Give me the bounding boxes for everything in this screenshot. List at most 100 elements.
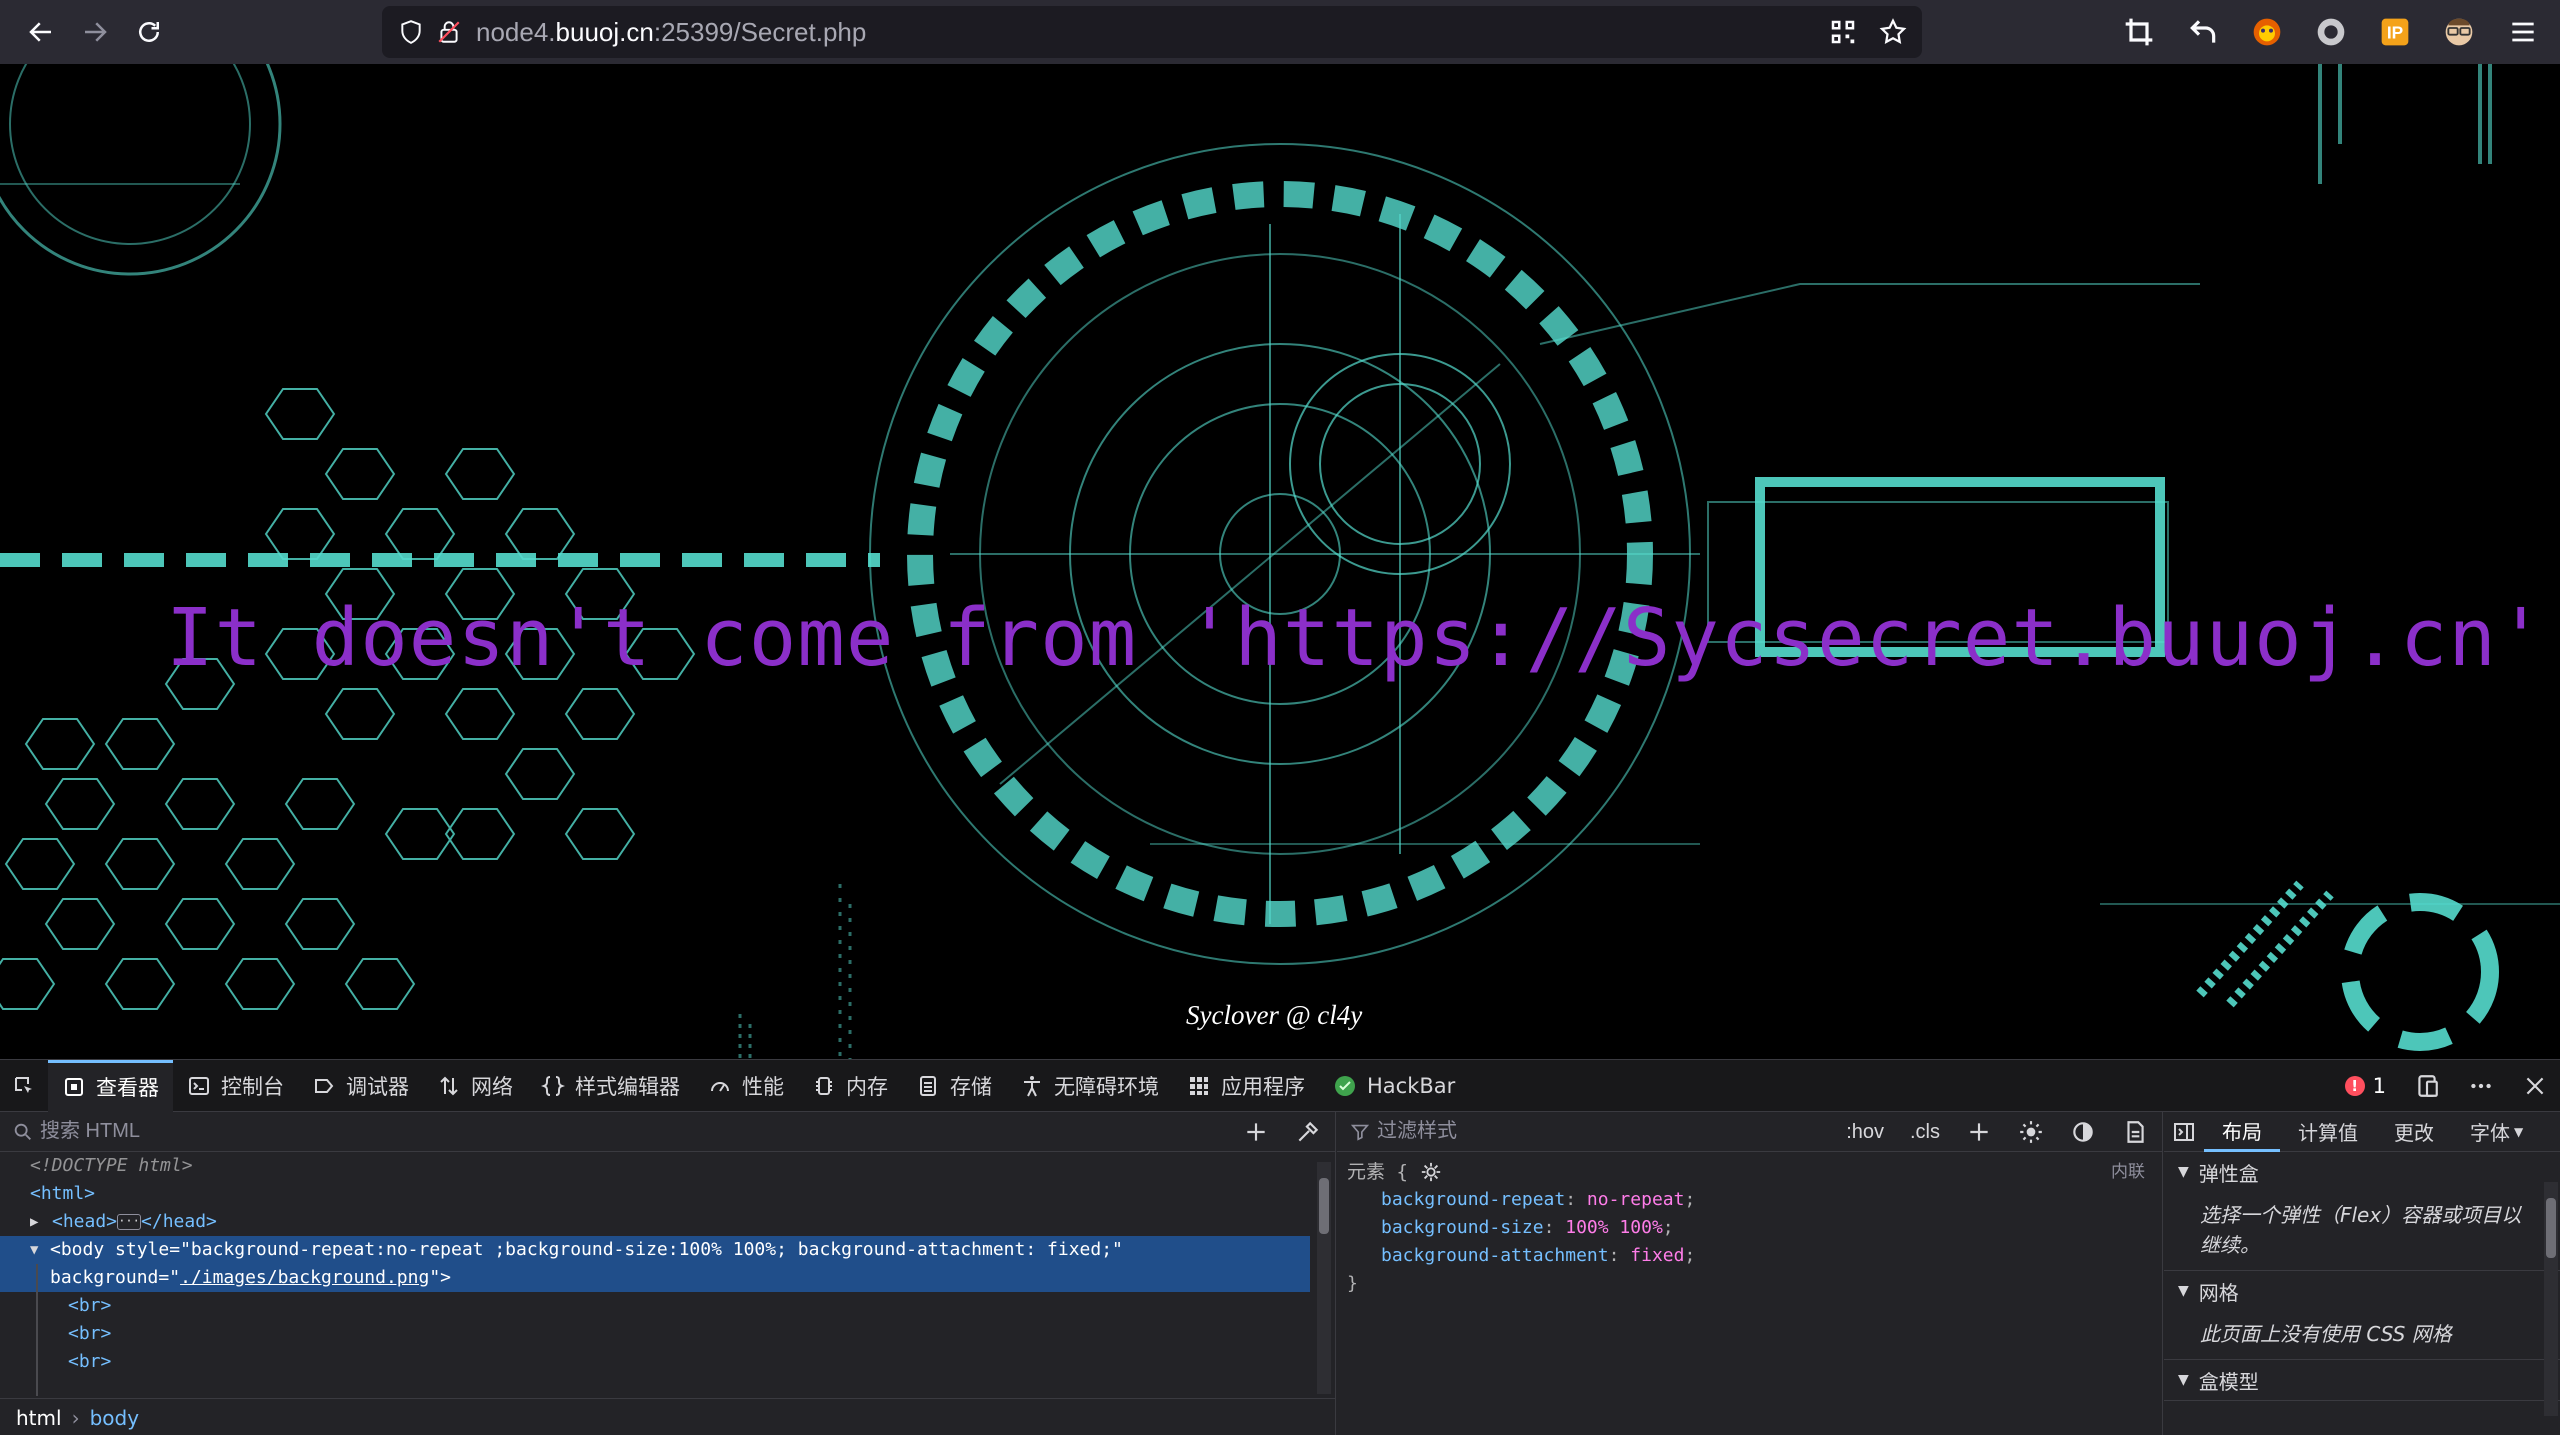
add-node-icon[interactable] <box>1243 1119 1269 1145</box>
qr-code-icon[interactable] <box>1828 17 1858 47</box>
forward-button[interactable] <box>72 9 118 55</box>
tab-debugger[interactable]: 调试器 <box>298 1060 423 1112</box>
br-node[interactable]: <br> <box>0 1292 1310 1320</box>
hexagon-shape <box>24 718 96 770</box>
hexagon-shape <box>104 718 176 770</box>
hexagon-shape <box>0 958 56 1010</box>
performance-icon <box>711 1081 729 1092</box>
hud-background-image <box>0 64 2560 1059</box>
reload-button[interactable] <box>126 9 172 55</box>
body-node-selected[interactable]: ▼ <body style="background-repeat:no-repea… <box>0 1236 1310 1292</box>
declaration[interactable]: background-size: 100% 100%; <box>1347 1214 2153 1242</box>
hexagon-shape <box>324 688 396 740</box>
crop-button[interactable] <box>2122 15 2156 49</box>
site-info-button[interactable] <box>434 17 464 47</box>
element-picker-button[interactable] <box>0 1060 48 1112</box>
rules-filter-bar: :hov .cls <box>1337 1112 2162 1152</box>
rules-pane: :hov .cls 元素 { 内联 background-repeat: no-… <box>1337 1112 2163 1435</box>
fox-extension-button[interactable] <box>2250 15 2284 49</box>
hov-toggle[interactable]: :hov <box>1846 1121 1884 1144</box>
rules-list: 元素 { 内联 background-repeat: no-repeat; ba… <box>1337 1152 2163 1304</box>
undo-button[interactable] <box>2186 15 2220 49</box>
hexagon-shape <box>264 508 336 560</box>
close-icon[interactable] <box>2522 1073 2548 1099</box>
eyedropper-icon[interactable] <box>1295 1119 1321 1145</box>
tab-changes[interactable]: 更改 <box>2376 1112 2452 1152</box>
tab-memory[interactable]: 内存 <box>798 1060 902 1112</box>
tab-label: 内存 <box>846 1074 888 1099</box>
light-scheme-icon[interactable] <box>2018 1119 2044 1145</box>
breadcrumb: html › body <box>0 1398 1336 1435</box>
responsive-design-icon[interactable] <box>2414 1073 2440 1099</box>
sidebar-scrollbar[interactable] <box>2544 1182 2558 1416</box>
hexagon-shape <box>384 808 456 860</box>
layout-sidebar: 布局 计算值 更改 字体 ▼ ▼ 弹性盒 选择一个弹性（Flex）容器或项目以继续。… <box>2164 1112 2560 1435</box>
insecure-lock-icon <box>438 21 460 43</box>
background-image-link[interactable]: ./images/background.png <box>180 1267 429 1288</box>
devtools-tabbar: 查看器 控制台 调试器 网络 样式编辑器 性能 内存 存储 无障碍环境 应用程序 HackBar !… <box>0 1059 2560 1112</box>
toggle-sidebar-button[interactable] <box>2164 1112 2204 1152</box>
declaration[interactable]: background-attachment: fixed; <box>1347 1242 2153 1270</box>
devtools-actions: ! 1 <box>2344 1060 2548 1112</box>
br-node[interactable]: <br> <box>0 1348 1310 1376</box>
hexagon-shape <box>384 508 456 560</box>
url-text[interactable]: node4.buuoj.cn:25399/Secret.php <box>476 17 866 48</box>
tab-style-editor[interactable]: 样式编辑器 <box>527 1060 694 1112</box>
circle-extension-button[interactable] <box>2314 15 2348 49</box>
breadcrumb-body[interactable]: body <box>90 1406 139 1430</box>
dark-scheme-icon[interactable] <box>2070 1119 2096 1145</box>
collapse-triangle-icon: ▼ <box>2178 1372 2189 1388</box>
tab-fonts[interactable]: 字体 ▼ <box>2452 1112 2527 1152</box>
html-node[interactable]: <html> <box>0 1180 1310 1208</box>
tab-application[interactable]: 应用程序 <box>1173 1060 1319 1112</box>
html-search-input[interactable] <box>40 1120 640 1143</box>
rule-source: 内联 <box>2111 1162 2145 1182</box>
rules-filter-input[interactable] <box>1377 1120 1777 1143</box>
avatar-extension-button[interactable] <box>2442 15 2476 49</box>
add-rule-icon[interactable] <box>1966 1119 1992 1145</box>
markup-scrollbar[interactable] <box>1317 1162 1331 1394</box>
tab-network[interactable]: 网络 <box>423 1060 527 1112</box>
back-button[interactable] <box>18 9 64 55</box>
more-options-icon[interactable] <box>2468 1073 2494 1099</box>
flexbox-section-header[interactable]: ▼ 弹性盒 <box>2164 1152 2560 1192</box>
tracking-protection-button[interactable] <box>396 17 426 47</box>
print-media-icon[interactable] <box>2122 1119 2148 1145</box>
gear-icon[interactable] <box>1420 1161 1442 1183</box>
url-bar[interactable]: node4.buuoj.cn:25399/Secret.php <box>382 6 1922 58</box>
hexagon-shape <box>344 958 416 1010</box>
cls-toggle[interactable]: .cls <box>1910 1121 1940 1144</box>
tab-hackbar[interactable]: HackBar <box>1319 1060 1469 1112</box>
tab-storage[interactable]: 存储 <box>902 1060 1006 1112</box>
hamburger-menu-icon <box>2512 22 2534 42</box>
avatar-extension-icon <box>2445 18 2473 46</box>
head-node[interactable]: ▶ <head>···</head> <box>0 1208 1310 1236</box>
hexagon-shape <box>224 838 296 890</box>
browser-toolbar: node4.buuoj.cn:25399/Secret.php IP <box>0 0 2560 64</box>
tab-layout[interactable]: 布局 <box>2204 1112 2280 1152</box>
tab-accessibility[interactable]: 无障碍环境 <box>1006 1060 1173 1112</box>
breadcrumb-html[interactable]: html <box>16 1406 62 1430</box>
tab-computed[interactable]: 计算值 <box>2280 1112 2376 1152</box>
hexagon-shape <box>564 808 636 860</box>
grid-hint: 此页面上没有使用 CSS 网格 <box>2200 1322 2452 1346</box>
tab-console[interactable]: 控制台 <box>173 1060 298 1112</box>
collapse-triangle-icon[interactable]: ▼ <box>30 1236 44 1264</box>
tab-inspector[interactable]: 查看器 <box>48 1059 173 1112</box>
grid-section-header[interactable]: ▼ 网格 <box>2164 1271 2560 1311</box>
declaration[interactable]: background-repeat: no-repeat; <box>1347 1186 2153 1214</box>
collapsed-content-icon[interactable]: ··· <box>117 1214 142 1230</box>
back-icon <box>29 22 51 42</box>
error-count-badge[interactable]: ! 1 <box>2344 1074 2386 1098</box>
br-node[interactable]: <br> <box>0 1320 1310 1348</box>
devtools-panel: 查看器 控制台 调试器 网络 样式编辑器 性能 内存 存储 无障碍环境 应用程序 HackBar !… <box>0 1059 2560 1435</box>
tab-performance[interactable]: 性能 <box>694 1060 798 1112</box>
app-menu-button[interactable] <box>2506 15 2540 49</box>
expand-triangle-icon[interactable]: ▶ <box>30 1208 44 1236</box>
sidebar-toggle-icon <box>2174 1122 2194 1141</box>
ip-extension-button[interactable]: IP <box>2378 15 2412 49</box>
doctype-node[interactable]: <!DOCTYPE html> <box>0 1152 1310 1180</box>
tab-label: 查看器 <box>96 1076 159 1100</box>
box-model-section-header[interactable]: ▼ 盒模型 <box>2164 1360 2560 1400</box>
bookmark-star-icon[interactable] <box>1878 17 1908 47</box>
